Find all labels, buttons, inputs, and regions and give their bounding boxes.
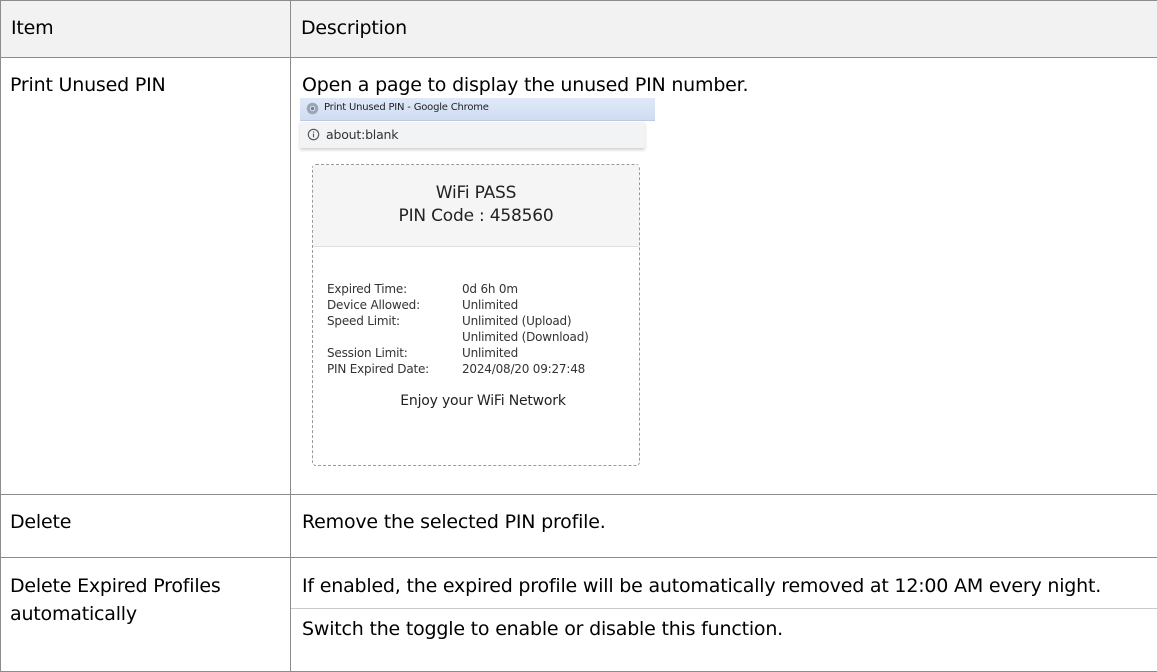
item-name-cell: Delete Expired Profiles automatically <box>1 558 291 672</box>
item-name-line: automatically <box>10 600 290 628</box>
detail-label: Session Limit: <box>327 345 462 361</box>
info-icon <box>307 128 320 141</box>
item-name: Print Unused PIN <box>1 58 291 495</box>
detail-value: 2024/08/20 09:27:48 <box>462 361 639 377</box>
table-row: Delete Expired Profiles automatically If… <box>1 558 1157 672</box>
pass-header: WiFi PASS PIN Code : 458560 <box>313 165 639 247</box>
detail-label: Expired Time: <box>327 281 462 297</box>
description-table: Item Description Print Unused PIN Open a… <box>0 0 1157 672</box>
detail-label: Speed Limit: <box>327 313 462 329</box>
detail-row: Speed Limit: Unlimited (Upload) <box>327 313 639 329</box>
detail-row: Unlimited (Download) <box>327 329 639 345</box>
detail-row: Session Limit: Unlimited <box>327 345 639 361</box>
table-row: Print Unused PIN Open a page to display … <box>1 58 1157 495</box>
item-description-cell: Open a page to display the unused PIN nu… <box>291 58 1157 495</box>
item-description: If enabled, the expired profile will be … <box>302 572 1157 600</box>
item-name-line: Delete Expired Profiles <box>10 572 290 600</box>
browser-screenshot: Print Unused PIN - Google Chrome about:b… <box>300 98 660 478</box>
detail-row: Expired Time: 0d 6h 0m <box>327 281 639 297</box>
table-row: Delete Remove the selected PIN profile. <box>1 495 1157 558</box>
item-name: Delete <box>1 495 291 558</box>
pass-title: WiFi PASS <box>313 182 639 205</box>
browser-title-bar: Print Unused PIN - Google Chrome <box>300 98 655 121</box>
detail-row: Device Allowed: Unlimited <box>327 297 639 313</box>
detail-row: PIN Expired Date: 2024/08/20 09:27:48 <box>327 361 639 377</box>
address-text: about:blank <box>326 127 398 142</box>
detail-value: Unlimited <box>462 345 639 361</box>
address-bar[interactable]: about:blank <box>300 122 645 148</box>
item-description: Open a page to display the unused PIN nu… <box>302 74 1157 96</box>
pass-details: Expired Time: 0d 6h 0m Device Allowed: U… <box>313 247 639 409</box>
window-title: Print Unused PIN - Google Chrome <box>324 102 489 113</box>
detail-label: Device Allowed: <box>327 297 462 313</box>
table-header-row: Item Description <box>1 1 1157 58</box>
pass-footer: Enjoy your WiFi Network <box>327 393 639 409</box>
column-header-description: Description <box>291 1 1157 58</box>
detail-label: PIN Expired Date: <box>327 361 462 377</box>
detail-label <box>327 329 462 345</box>
detail-value: Unlimited <box>462 297 639 313</box>
item-description-cell: If enabled, the expired profile will be … <box>291 558 1157 672</box>
column-header-item: Item <box>1 1 291 58</box>
item-description: Remove the selected PIN profile. <box>291 495 1157 558</box>
wifi-pass-card: WiFi PASS PIN Code : 458560 Expired Time… <box>312 164 640 466</box>
pin-code: PIN Code : 458560 <box>313 205 639 228</box>
detail-value: Unlimited (Upload) <box>462 313 639 329</box>
detail-value: Unlimited (Download) <box>462 329 639 345</box>
detail-value: 0d 6h 0m <box>462 281 639 297</box>
chrome-logo-icon <box>306 102 319 115</box>
item-description-note: Switch the toggle to enable or disable t… <box>291 608 1157 642</box>
